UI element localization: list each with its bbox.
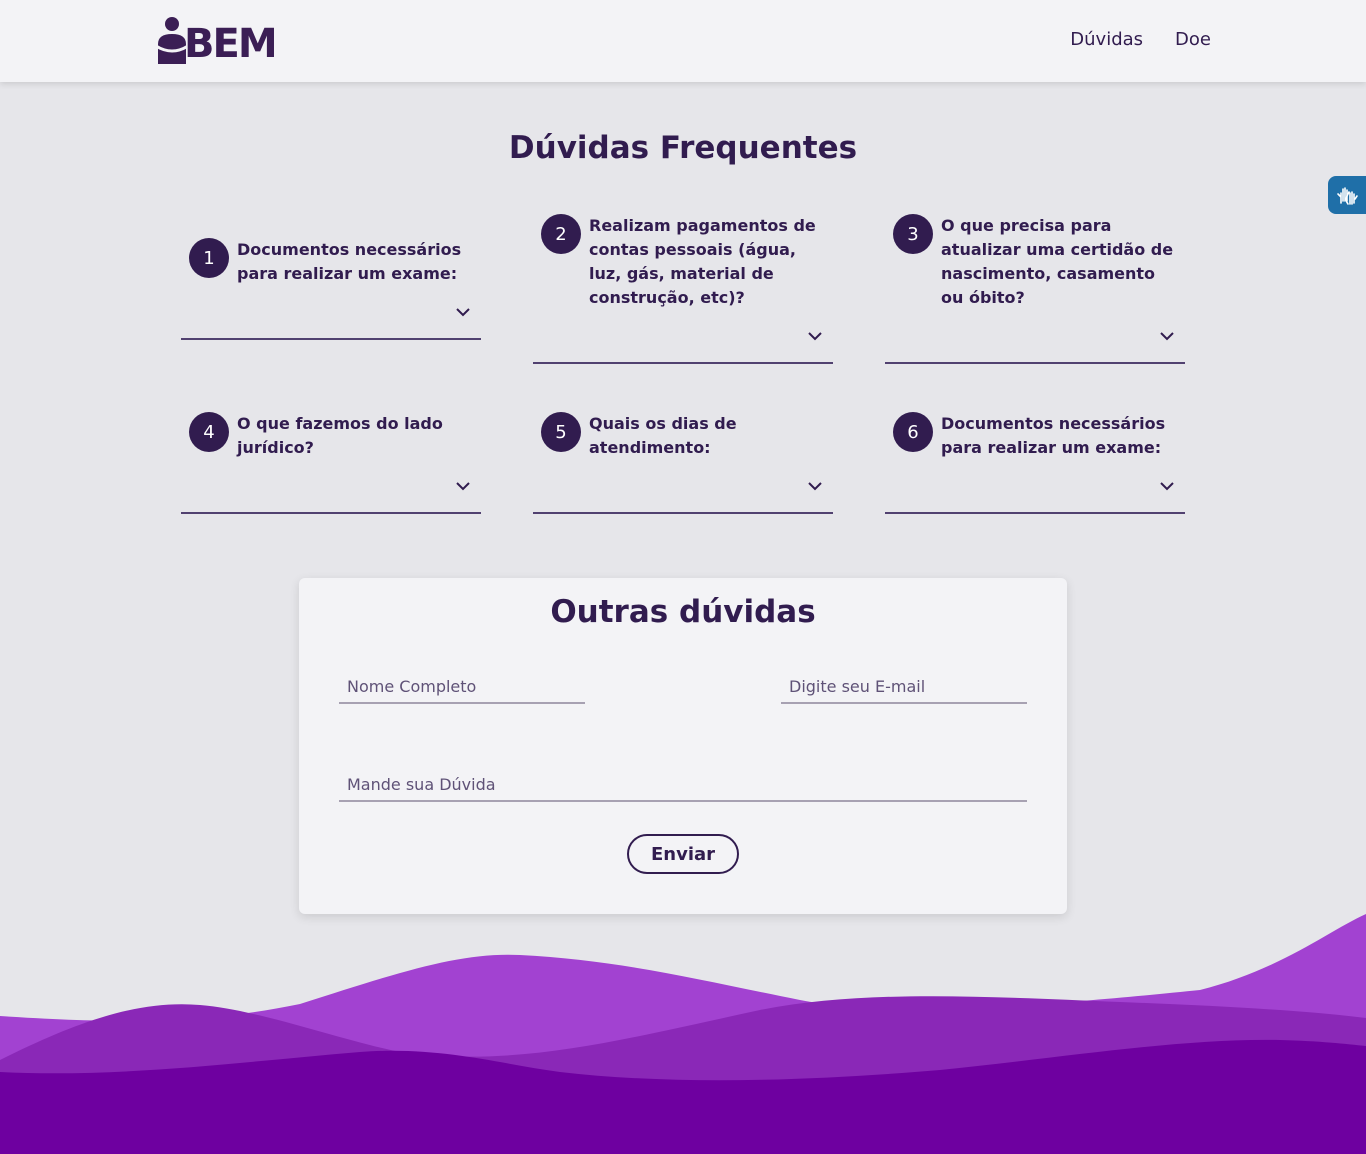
chevron-down-icon[interactable] [1159,331,1175,341]
email-input[interactable] [781,670,1027,704]
faq-number-badge: 4 [189,412,229,452]
faq-item-2[interactable]: 2 Realizam pagamentos de contas pessoais… [533,214,833,364]
faq-number-badge: 5 [541,412,581,452]
faq-number-badge: 1 [189,238,229,278]
chevron-down-icon[interactable] [1159,481,1175,491]
accessibility-widget-button[interactable] [1328,176,1366,214]
faq-question: O que fazemos do lado jurídico? [237,414,443,457]
logo-text: BEM [184,21,278,67]
sign-language-hands-icon [1337,187,1358,205]
faq-number-badge: 6 [893,412,933,452]
faq-question: Documentos necessários para realizar um … [237,240,462,283]
faq-item-4[interactable]: 4 O que fazemos do lado jurídico? [181,412,481,514]
site-header: BEM Dúvidas Doe [0,0,1366,82]
faq-question: Quais os dias de atendimento: [589,414,737,457]
faq-question: O que precisa para atualizar uma certidã… [941,216,1174,307]
faq-item-1[interactable]: 1 Documentos necessários para realizar u… [181,214,481,340]
logo[interactable]: BEM [154,16,286,67]
faq-item-6[interactable]: 6 Documentos necessários para realizar u… [885,412,1185,514]
chevron-down-icon[interactable] [807,481,823,491]
footer-waves [0,914,1366,1154]
nav-link-duvidas[interactable]: Dúvidas [1070,28,1143,52]
faq-item-3[interactable]: 3 O que precisa para atualizar uma certi… [885,214,1185,364]
faq-title: Dúvidas Frequentes [508,130,858,166]
chevron-down-icon[interactable] [807,331,823,341]
chevron-down-icon[interactable] [455,307,471,317]
faq-number-badge: 2 [541,214,581,254]
faq-item-5[interactable]: 5 Quais os dias de atendimento: [533,412,833,514]
send-button[interactable]: Enviar [627,834,739,874]
nav-link-doe[interactable]: Doe [1175,28,1211,52]
contact-form-title: Outras dúvidas [550,594,816,630]
faq-number-badge: 3 [893,214,933,254]
main-nav: Dúvidas Doe [1070,28,1211,52]
chevron-down-icon[interactable] [455,481,471,491]
faq-question: Documentos necessários para realizar um … [941,414,1166,457]
name-input[interactable] [339,670,585,704]
contact-form-card: Outras dúvidas Enviar [299,578,1067,914]
faq-question: Realizam pagamentos de contas pessoais (… [589,216,816,307]
question-input[interactable] [339,768,1027,802]
person-logo-icon [155,17,188,64]
